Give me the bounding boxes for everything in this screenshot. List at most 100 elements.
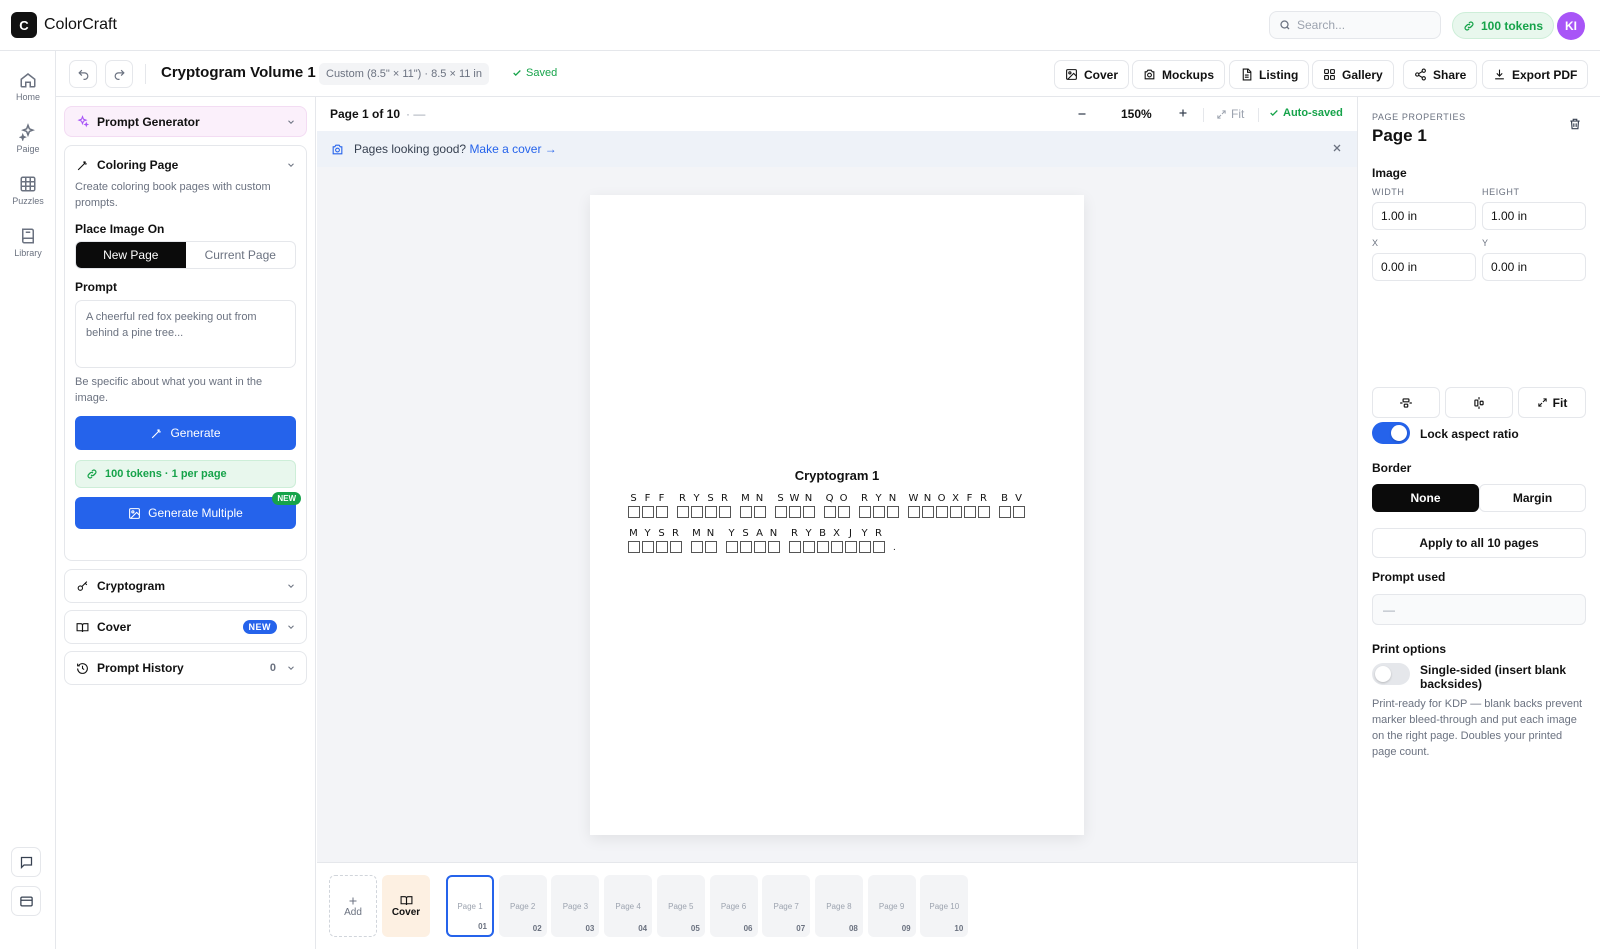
new-page-option[interactable]: New Page: [76, 242, 186, 268]
answer-box[interactable]: [704, 506, 717, 518]
answer-box[interactable]: [949, 506, 962, 518]
answer-box[interactable]: [921, 506, 934, 518]
document-title[interactable]: Cryptogram Volume 1: [161, 64, 316, 81]
rail-item-home[interactable]: Home: [0, 71, 56, 102]
page-thumbnail[interactable]: Page 7 07: [762, 875, 811, 937]
answer-box[interactable]: [704, 541, 717, 553]
cover-button[interactable]: Cover: [1054, 60, 1130, 89]
page-thumbnail[interactable]: Page 8 08: [814, 875, 863, 937]
answer-box[interactable]: [655, 506, 668, 518]
page-paper[interactable]: Cryptogram 1 SFFRYSRMNSWNQORYNWNOXFRBV M…: [590, 195, 1084, 835]
rail-item-paige[interactable]: Paige: [0, 123, 56, 154]
answer-box[interactable]: [816, 541, 829, 553]
prompt-history-header[interactable]: Prompt History 0: [65, 652, 306, 684]
x-input[interactable]: 0.00 in: [1372, 253, 1476, 281]
answer-box[interactable]: [655, 541, 668, 553]
zoom-level[interactable]: 150%: [1121, 107, 1152, 121]
prompt-history-section[interactable]: Prompt History 0: [64, 651, 307, 685]
prompt-generator-header[interactable]: Prompt Generator: [65, 107, 306, 136]
generate-button[interactable]: Generate: [75, 416, 296, 450]
trash-icon[interactable]: [1568, 117, 1582, 131]
answer-box[interactable]: [998, 506, 1011, 518]
height-input[interactable]: 1.00 in: [1482, 202, 1586, 230]
single-sided-toggle[interactable]: [1372, 663, 1410, 685]
answer-box[interactable]: [627, 506, 640, 518]
answer-box[interactable]: [907, 506, 920, 518]
export-pdf-button[interactable]: Export PDF: [1482, 60, 1589, 89]
answer-box[interactable]: [872, 506, 885, 518]
answer-box[interactable]: [837, 506, 850, 518]
billing-button[interactable]: [11, 886, 41, 916]
prompt-generator-section[interactable]: Prompt Generator: [64, 106, 307, 137]
page-thumbnail[interactable]: Page 3 03: [551, 875, 600, 937]
generate-multiple-button[interactable]: Generate Multiple NEW: [75, 492, 301, 529]
close-icon[interactable]: [1331, 142, 1343, 154]
mockups-button[interactable]: Mockups: [1132, 60, 1226, 89]
cryptogram-section[interactable]: Cryptogram: [64, 569, 307, 603]
align-horizontal-center-button[interactable]: [1372, 387, 1440, 418]
apply-all-button[interactable]: Apply to all 10 pages: [1372, 528, 1586, 558]
page-thumbnail[interactable]: Page 10 10: [920, 875, 969, 937]
cover-thumbnail[interactable]: Cover: [382, 875, 430, 937]
answer-box[interactable]: [774, 506, 787, 518]
answer-box[interactable]: [725, 541, 738, 553]
answer-box[interactable]: [676, 506, 689, 518]
undo-button[interactable]: [69, 60, 97, 88]
redo-button[interactable]: [105, 60, 133, 88]
prompt-textarea[interactable]: A cheerful red fox peeking out from behi…: [75, 300, 296, 368]
token-balance-badge[interactable]: 100 tokens: [1452, 12, 1555, 39]
rail-item-puzzles[interactable]: Puzzles: [0, 175, 56, 206]
cryptogram-header[interactable]: Cryptogram: [65, 570, 306, 602]
page-thumbnail[interactable]: Page 5 05: [656, 875, 705, 937]
share-button[interactable]: Share: [1403, 60, 1478, 89]
current-page-option[interactable]: Current Page: [186, 242, 296, 268]
answer-box[interactable]: [802, 541, 815, 553]
answer-box[interactable]: [690, 541, 703, 553]
fit-button[interactable]: Fit: [1216, 107, 1244, 121]
chat-button[interactable]: [11, 847, 41, 877]
zoom-in-button[interactable]: [1177, 103, 1189, 123]
make-cover-link[interactable]: Make a cover →: [469, 142, 556, 156]
answer-box[interactable]: [830, 541, 843, 553]
answer-box[interactable]: [718, 506, 731, 518]
zoom-out-button[interactable]: [1076, 104, 1088, 124]
answer-box[interactable]: [872, 541, 885, 553]
logo-mark[interactable]: C: [11, 12, 37, 38]
answer-box[interactable]: [753, 506, 766, 518]
lock-aspect-toggle[interactable]: [1372, 422, 1410, 444]
border-none-option[interactable]: None: [1372, 484, 1479, 512]
page-thumbnail[interactable]: Page 9 09: [867, 875, 916, 937]
border-margin-option[interactable]: Margin: [1479, 484, 1586, 512]
cover-header[interactable]: Cover NEW: [65, 611, 306, 643]
answer-box[interactable]: [627, 541, 640, 553]
cover-section[interactable]: Cover NEW: [64, 610, 307, 644]
gallery-button[interactable]: Gallery: [1312, 60, 1394, 89]
answer-box[interactable]: [753, 541, 766, 553]
search-input[interactable]: Search...: [1269, 11, 1441, 39]
avatar[interactable]: KI: [1557, 12, 1585, 40]
answer-box[interactable]: [669, 541, 682, 553]
answer-box[interactable]: [690, 506, 703, 518]
y-input[interactable]: 0.00 in: [1482, 253, 1586, 281]
answer-box[interactable]: [886, 506, 899, 518]
answer-box[interactable]: [767, 541, 780, 553]
answer-box[interactable]: [641, 541, 654, 553]
answer-box[interactable]: [823, 506, 836, 518]
width-input[interactable]: 1.00 in: [1372, 202, 1476, 230]
answer-box[interactable]: [641, 506, 654, 518]
page-thumbnail[interactable]: Page 4 04: [604, 875, 653, 937]
page-thumbnail[interactable]: Page 1 01: [446, 875, 494, 937]
answer-box[interactable]: [858, 541, 871, 553]
answer-box[interactable]: [788, 506, 801, 518]
answer-box[interactable]: [963, 506, 976, 518]
answer-box[interactable]: [802, 506, 815, 518]
answer-box[interactable]: [935, 506, 948, 518]
answer-box[interactable]: [739, 506, 752, 518]
app-name[interactable]: ColorCraft: [44, 16, 117, 34]
page-size-chip[interactable]: Custom (8.5" × 11") · 8.5 × 11 in: [319, 63, 489, 85]
rail-item-library[interactable]: Library: [0, 227, 56, 258]
add-page-button[interactable]: Add: [329, 875, 377, 937]
answer-box[interactable]: [977, 506, 990, 518]
align-vertical-center-button[interactable]: [1445, 387, 1513, 418]
answer-box[interactable]: [788, 541, 801, 553]
